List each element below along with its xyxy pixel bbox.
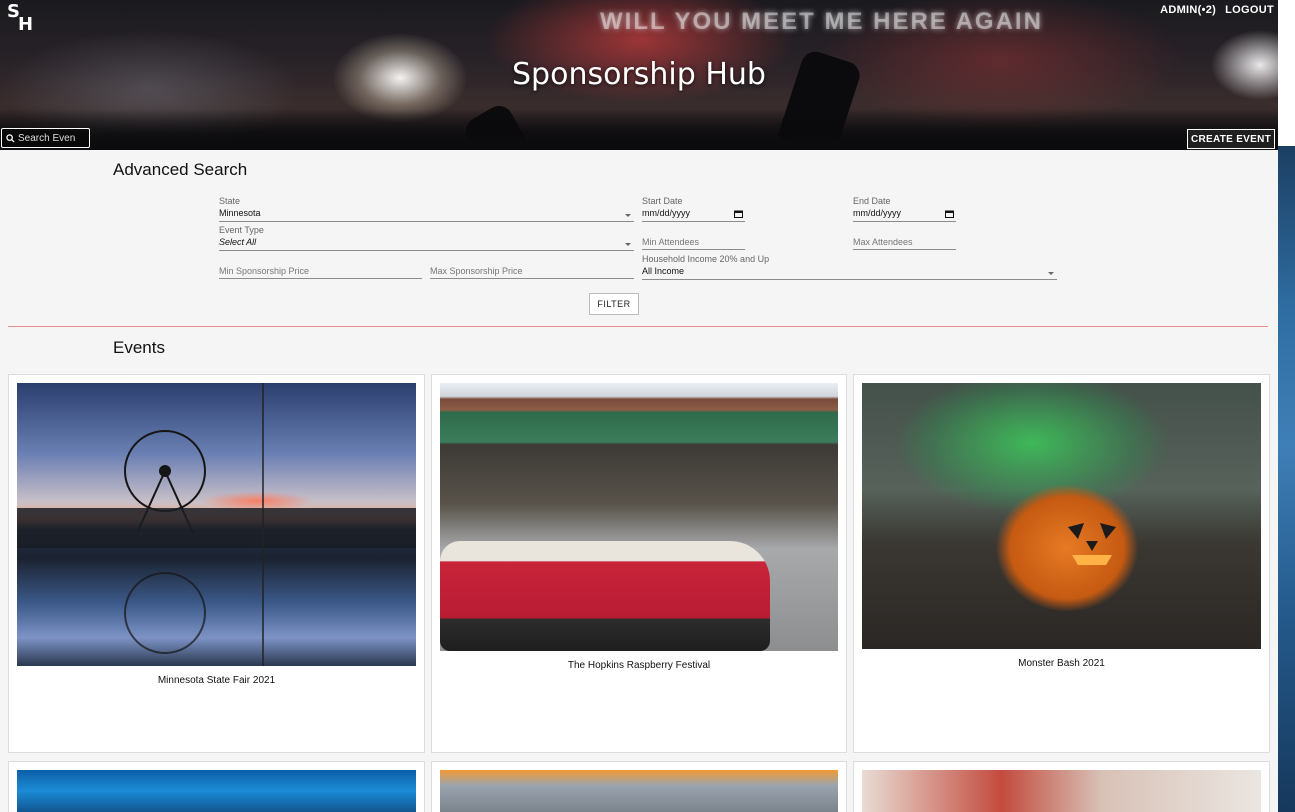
event-image xyxy=(862,770,1261,812)
calendar-icon[interactable] xyxy=(734,210,743,218)
event-type-value: Select All xyxy=(219,237,257,247)
event-image xyxy=(862,383,1261,649)
field-underline xyxy=(430,278,634,279)
parade-car xyxy=(440,541,770,651)
field-underline xyxy=(853,221,956,222)
event-search-input[interactable] xyxy=(18,132,84,144)
event-image xyxy=(17,383,416,666)
hero-banner-text: WILL YOU MEET ME HERE AGAIN xyxy=(600,8,1043,35)
background-edge xyxy=(1278,0,1295,812)
field-underline xyxy=(219,250,634,251)
event-image xyxy=(440,770,838,812)
event-type-select[interactable]: Event Type Select All xyxy=(219,225,634,251)
max-attendees-placeholder: Max Attendees xyxy=(853,237,913,247)
logo-letter-h: H xyxy=(18,14,34,35)
event-image xyxy=(17,770,416,812)
field-underline xyxy=(219,221,634,222)
event-card[interactable]: Minnesota State Fair 2021 xyxy=(8,374,425,753)
section-divider xyxy=(8,326,1268,327)
field-underline xyxy=(642,249,745,250)
end-date-label: End Date xyxy=(853,196,891,206)
household-income-select[interactable]: Household Income 20% and Up All Income xyxy=(642,254,1057,280)
event-search-box[interactable] xyxy=(1,128,90,148)
site-logo[interactable]: S H xyxy=(5,3,35,35)
event-card-title: Minnesota State Fair 2021 xyxy=(157,675,276,686)
state-value: Minnesota xyxy=(219,208,261,218)
advanced-search-title: Advanced Search xyxy=(113,160,248,179)
event-card[interactable]: Monster Bash 2021 xyxy=(853,374,1270,753)
event-card[interactable] xyxy=(853,761,1270,812)
household-income-value: All Income xyxy=(642,266,685,276)
site-title: Sponsorship Hub xyxy=(512,57,766,92)
hero-banner: WILL YOU MEET ME HERE AGAIN S H Sponsors… xyxy=(0,0,1278,150)
logout-link[interactable]: LOGOUT xyxy=(1225,4,1274,16)
hero-crowd xyxy=(0,110,1278,150)
create-event-button[interactable]: CREATE EVENT xyxy=(1187,129,1275,149)
event-type-label: Event Type xyxy=(219,225,264,235)
background-image-edge xyxy=(1278,146,1295,812)
min-attendees-input[interactable]: Min Attendees xyxy=(642,236,745,250)
max-price-placeholder: Max Sponsorship Price xyxy=(430,266,523,276)
field-underline xyxy=(219,278,422,279)
start-date-field[interactable]: Start Date mm/dd/yyyy xyxy=(642,196,745,222)
min-price-placeholder: Min Sponsorship Price xyxy=(219,266,310,276)
event-card[interactable]: The Hopkins Raspberry Festival xyxy=(431,374,847,753)
min-sponsorship-price-input[interactable]: Min Sponsorship Price xyxy=(219,265,422,279)
start-date-value: mm/dd/yyyy xyxy=(642,208,691,218)
admin-link[interactable]: ADMIN(•2) xyxy=(1160,4,1216,16)
field-underline xyxy=(642,279,1057,280)
end-date-value: mm/dd/yyyy xyxy=(853,208,902,218)
ferris-wheel-silhouette xyxy=(17,383,416,666)
top-nav: ADMIN(•2) LOGOUT xyxy=(1160,4,1274,16)
filter-button[interactable]: FILTER xyxy=(589,293,639,315)
event-card[interactable] xyxy=(431,761,847,812)
field-underline xyxy=(642,221,745,222)
event-card-title: The Hopkins Raspberry Festival xyxy=(567,660,711,671)
field-underline xyxy=(853,249,956,250)
end-date-field[interactable]: End Date mm/dd/yyyy xyxy=(853,196,956,222)
event-card[interactable] xyxy=(8,761,425,812)
events-title: Events xyxy=(113,338,165,357)
chevron-down-icon xyxy=(625,214,631,217)
max-sponsorship-price-input[interactable]: Max Sponsorship Price xyxy=(430,265,634,279)
min-attendees-placeholder: Min Attendees xyxy=(642,237,700,247)
household-income-label: Household Income 20% and Up xyxy=(642,254,770,264)
pumpkin-face xyxy=(1068,523,1116,565)
max-attendees-input[interactable]: Max Attendees xyxy=(853,236,956,250)
chevron-down-icon xyxy=(625,243,631,246)
chevron-down-icon xyxy=(1048,272,1054,275)
state-select[interactable]: State Minnesota xyxy=(219,196,634,222)
state-label: State xyxy=(219,196,241,206)
calendar-icon[interactable] xyxy=(945,210,954,218)
event-image xyxy=(440,383,838,651)
start-date-label: Start Date xyxy=(642,196,683,206)
search-icon xyxy=(2,129,18,147)
page: WILL YOU MEET ME HERE AGAIN S H Sponsors… xyxy=(0,0,1278,812)
event-card-title: Monster Bash 2021 xyxy=(1018,658,1105,669)
